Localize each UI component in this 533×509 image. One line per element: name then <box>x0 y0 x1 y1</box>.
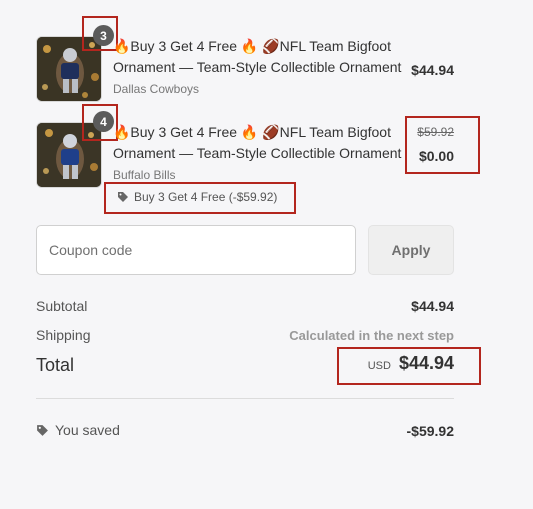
product-variant: Buffalo Bills <box>113 168 176 182</box>
product-title: 🔥Buy 3 Get 4 Free 🔥 🏈NFL Team Bigfoot Or… <box>113 124 402 161</box>
divider <box>36 398 454 399</box>
subtotal-value: $44.94 <box>411 298 454 314</box>
saved-label: You saved <box>55 422 120 438</box>
subtotal-label: Subtotal <box>36 298 88 314</box>
tag-icon <box>117 191 129 203</box>
apply-coupon-button[interactable]: Apply <box>368 225 454 275</box>
product-variant: Dallas Cowboys <box>113 82 200 96</box>
total-amount: USD $44.94 <box>368 353 454 374</box>
discount-label: Buy 3 Get 4 Free (-$59.92) <box>134 190 278 204</box>
shipping-value: Calculated in the next step <box>289 328 454 343</box>
line-item: 3 🔥Buy 3 Get 4 Free 🔥 🏈NFL Team Bigfoot … <box>36 16 456 102</box>
product-title: 🔥Buy 3 Get 4 Free 🔥 🏈NFL Team Bigfoot Or… <box>113 38 402 75</box>
shipping-label: Shipping <box>36 327 91 343</box>
saved-value: -$59.92 <box>406 423 454 439</box>
total-label: Total <box>36 355 75 375</box>
coupon-input[interactable] <box>36 225 356 275</box>
item-price: $0.00 <box>418 148 454 164</box>
currency-code: USD <box>367 360 391 372</box>
you-saved: You saved <box>36 422 120 438</box>
total-value: $44.94 <box>398 353 454 373</box>
tag-icon <box>36 424 49 437</box>
discount-tag: Buy 3 Get 4 Free (-$59.92) <box>117 190 277 204</box>
item-price: $44.94 <box>411 62 454 78</box>
original-price: $59.92 <box>417 125 454 139</box>
line-item: 4 🔥Buy 3 Get 4 Free 🔥 🏈NFL Team Bigfoot … <box>36 104 480 222</box>
